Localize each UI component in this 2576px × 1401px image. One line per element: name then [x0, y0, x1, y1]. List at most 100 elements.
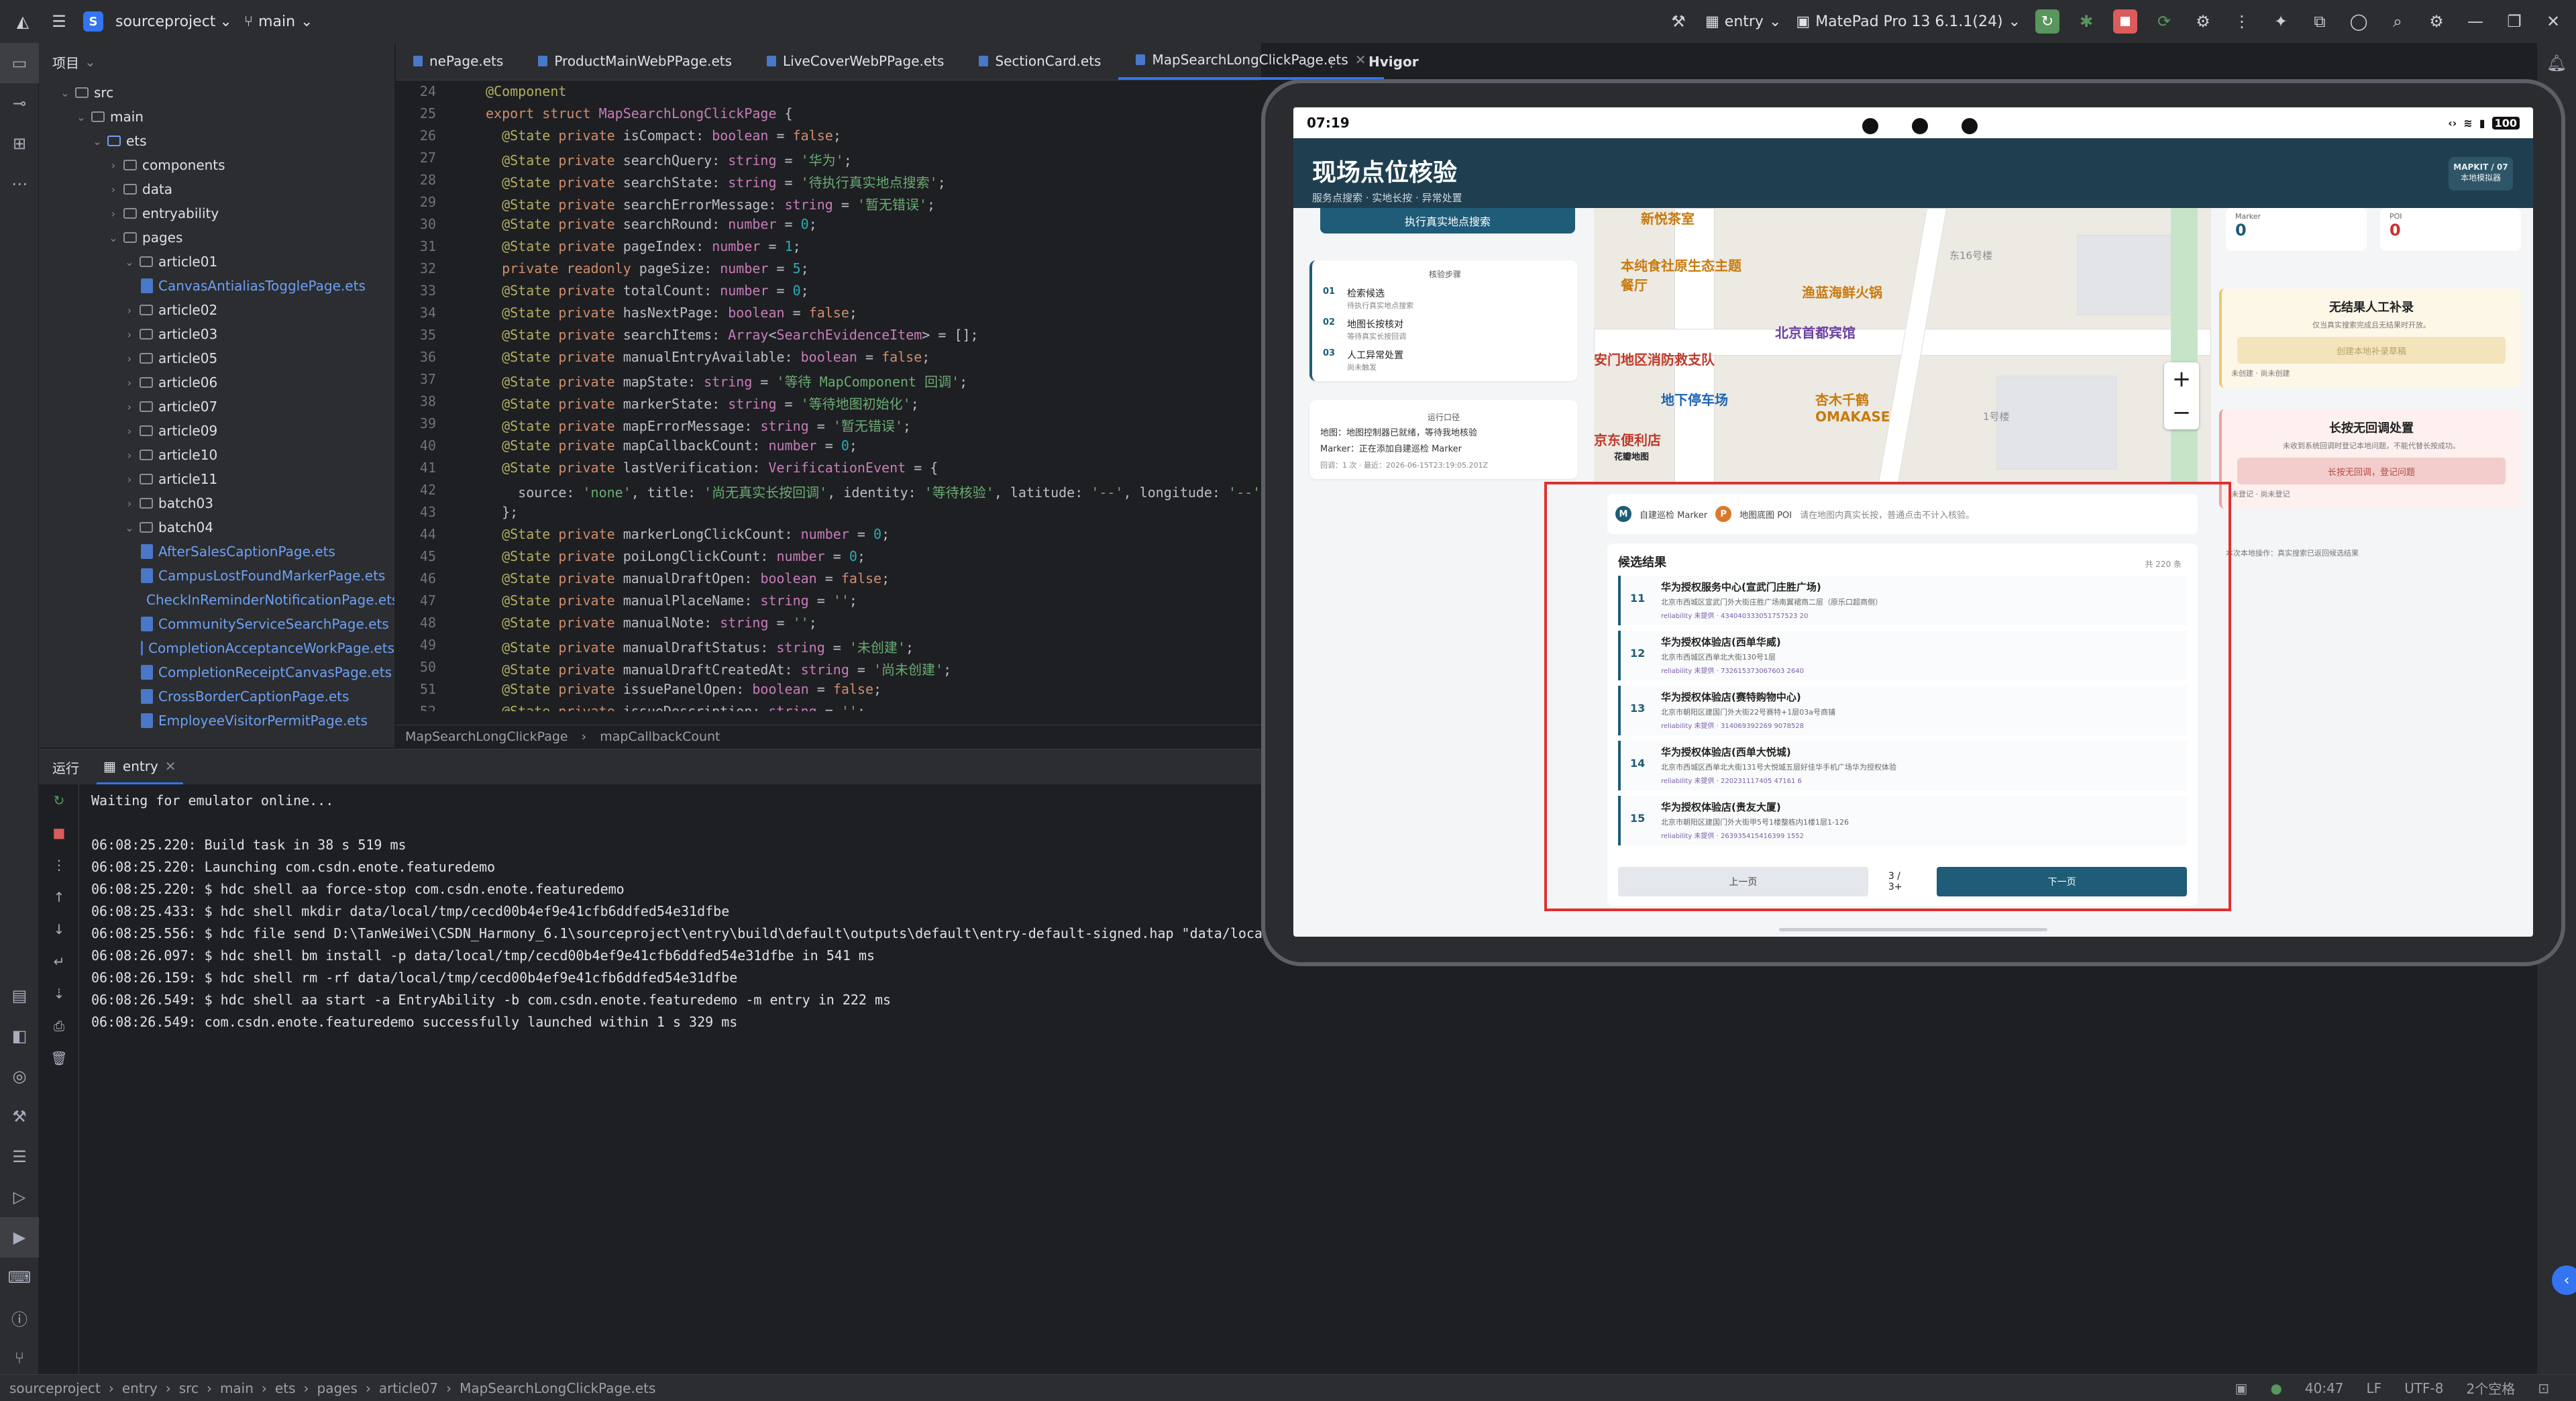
chevron-right-icon[interactable]: › [122, 425, 137, 437]
close-tab-icon[interactable]: ✕ [165, 758, 176, 774]
tree-folder-item[interactable]: › article06 [39, 370, 394, 395]
editor-tab[interactable]: SectionCard.ets [961, 42, 1118, 80]
tree-folder-item[interactable]: › article10 [39, 443, 394, 467]
layout-icon[interactable]: ▤ [0, 976, 39, 1016]
minimize-icon[interactable]: — [2463, 9, 2487, 34]
chevron-right-icon[interactable]: › [122, 449, 137, 462]
close-icon[interactable]: ✕ [2541, 9, 2565, 34]
log-icon[interactable]: ☰ [0, 1137, 39, 1177]
map-poi-label[interactable]: 本纯食社原生态主题餐厅 [1621, 255, 1741, 294]
structure-icon[interactable]: ⊞ [0, 123, 39, 164]
chevron-down-icon[interactable]: ⌄ [122, 256, 137, 268]
status-breadcrumb-item[interactable]: src [179, 1380, 199, 1396]
profiler-tool-icon[interactable]: ◧ [0, 1016, 39, 1056]
ai-assistant-icon[interactable]: ✦ [2269, 9, 2293, 34]
code-line[interactable]: @State private mapCallbackCount: number … [486, 437, 857, 454]
code-line[interactable]: @State private markerState: string = '等待… [486, 393, 919, 413]
editor-tab[interactable]: nePage.ets [396, 42, 521, 80]
map-poi-label[interactable]: 新悦茶室 [1641, 208, 1695, 227]
status-breadcrumb-item[interactable]: sourceproject [9, 1380, 101, 1396]
chevron-right-icon[interactable]: › [122, 304, 137, 317]
chevron-down-icon[interactable]: ⌄ [74, 111, 89, 123]
run-tab-entry[interactable]: ▦ entry ✕ [97, 749, 183, 784]
notifications-bell-icon[interactable]: 🔔︎ [2537, 43, 2576, 83]
read-only-lock-icon[interactable]: ⊡ [2538, 1380, 2549, 1396]
device-manager-icon[interactable]: ⧉ [2308, 9, 2332, 34]
tree-folder-item[interactable]: › article02 [39, 298, 394, 322]
tree-folder-item[interactable]: › batch03 [39, 491, 394, 515]
stop-icon[interactable]: ■ [39, 817, 79, 849]
code-line[interactable]: @State private manualDraftCreatedAt: str… [486, 659, 951, 678]
chevron-right-icon[interactable]: › [122, 497, 137, 510]
zoom-out-button[interactable]: − [2164, 396, 2199, 429]
tree-file-item[interactable]: CompletionReceiptCanvasPage.ets [39, 660, 394, 684]
map-poi-label[interactable]: 1号楼 [1983, 409, 2010, 423]
services-icon[interactable]: ▷ [0, 1177, 39, 1217]
chevron-right-icon[interactable]: › [122, 473, 137, 486]
map-poi-label[interactable]: 地下停车场 [1661, 389, 1728, 409]
code-line[interactable]: @State private manualEntryAvailable: boo… [486, 349, 930, 365]
branch-selector[interactable]: ⑂ main ⌄ [244, 13, 313, 30]
project-selector[interactable]: sourceproject ⌄ [115, 13, 232, 30]
code-line[interactable]: @State private searchRound: number = 0; [486, 216, 817, 232]
clear-trash-icon[interactable]: 🗑︎ [39, 1042, 79, 1074]
build-tool-icon[interactable]: ⚒ [0, 1096, 39, 1137]
chevron-right-icon[interactable]: › [122, 376, 137, 389]
tree-folder-item[interactable]: ⌄ batch04 [39, 515, 394, 539]
tree-file-item[interactable]: CanvasAntialiasTogglePage.ets [39, 274, 394, 298]
status-breadcrumb-item[interactable]: pages [317, 1380, 358, 1396]
apply-changes-icon[interactable]: ⟳ [2152, 9, 2176, 34]
device-selector[interactable]: ▣ MatePad Pro 13 6.1.1(24) ⌄ [1796, 13, 2021, 30]
status-breadcrumb-item[interactable]: MapSearchLongClickPage.ets [460, 1380, 655, 1396]
preview-icon[interactable]: ◎ [0, 1056, 39, 1096]
code-line[interactable]: private readonly pageSize: number = 5; [486, 260, 809, 276]
chevron-down-icon[interactable]: ⌄ [1301, 54, 1313, 70]
code-line[interactable]: export struct MapSearchLongClickPage { [486, 105, 793, 121]
code-line[interactable]: @State private totalCount: number = 0; [486, 282, 809, 299]
scroll-down-icon[interactable]: ↓ [39, 913, 79, 945]
scroll-to-end-icon[interactable]: ⇣ [39, 978, 79, 1010]
code-line[interactable]: @State private issueDescription: string … [486, 703, 865, 711]
chevron-right-icon[interactable]: › [106, 159, 121, 172]
tree-folder-item[interactable]: › article09 [39, 419, 394, 443]
tree-file-item[interactable]: CrossBorderCaptionPage.ets [39, 684, 394, 709]
code-line[interactable]: @State private issuePanelOpen: boolean =… [486, 681, 881, 697]
hvigor-tool-title[interactable]: Hvigor [1368, 43, 1449, 81]
more-actions-icon[interactable]: ⋮ [2230, 9, 2254, 34]
zoom-in-button[interactable]: + [2164, 362, 2199, 396]
chevron-right-icon[interactable]: › [106, 183, 121, 196]
tree-file-item[interactable]: CompletionAcceptanceWorkPage.ets [39, 636, 394, 660]
code-line[interactable]: @State private markerLongClickCount: num… [486, 526, 890, 542]
tree-folder-item[interactable]: ⌄ article01 [39, 250, 394, 274]
chevron-down-icon[interactable]: ⌄ [106, 231, 121, 244]
rerun-button[interactable]: ↻ [2035, 9, 2059, 34]
tree-folder-item[interactable]: › article05 [39, 346, 394, 370]
tree-file-item[interactable]: AfterSalesCaptionPage.ets [39, 539, 394, 564]
tree-file-item[interactable]: CheckInReminderNotificationPage.ets [39, 588, 394, 612]
code-line[interactable]: }; [486, 504, 518, 520]
chevron-right-icon[interactable]: › [122, 401, 137, 413]
code-line[interactable]: @State private hasNextPage: boolean = fa… [486, 305, 857, 321]
file-encoding[interactable]: UTF-8 [2404, 1380, 2443, 1396]
code-line[interactable]: @State private manualNote: string = ''; [486, 615, 817, 631]
breadcrumb-item[interactable]: MapSearchLongClickPage [405, 729, 568, 744]
hamburger-menu-icon[interactable]: ☰ [47, 9, 71, 34]
stop-button[interactable] [2113, 9, 2137, 34]
tree-file-item[interactable]: CommunityServiceSearchPage.ets [39, 612, 394, 636]
build-hammer-icon[interactable]: ⚒ [1666, 9, 1690, 34]
home-indicator[interactable] [1779, 928, 2047, 931]
problems-icon[interactable]: ⓘ [0, 1298, 39, 1338]
create-draft-button[interactable]: 创建本地补录草稿 [2237, 337, 2506, 364]
tree-folder-item[interactable]: › article11 [39, 467, 394, 491]
rerun-icon[interactable]: ↻ [39, 784, 79, 817]
commit-icon[interactable]: ⊸ [0, 83, 39, 123]
register-issue-button[interactable]: 长按无回调，登记问题 [2237, 458, 2506, 484]
status-breadcrumb-item[interactable]: ets [275, 1380, 296, 1396]
settings-gear-icon[interactable]: ⚙ [2424, 9, 2449, 34]
code-line[interactable]: source: 'none', title: '尚无真实长按回调', ident… [486, 482, 1261, 501]
tree-file-item[interactable]: EmployeeVisitorPermitPage.ets [39, 709, 394, 733]
code-line[interactable]: @State private searchQuery: string = '华为… [486, 150, 852, 169]
code-line[interactable]: @State private isCompact: boolean = fals… [486, 127, 841, 144]
tree-folder-item[interactable]: › entryability [39, 201, 394, 225]
editor-tab[interactable]: LiveCoverWebPPage.ets [749, 42, 961, 80]
